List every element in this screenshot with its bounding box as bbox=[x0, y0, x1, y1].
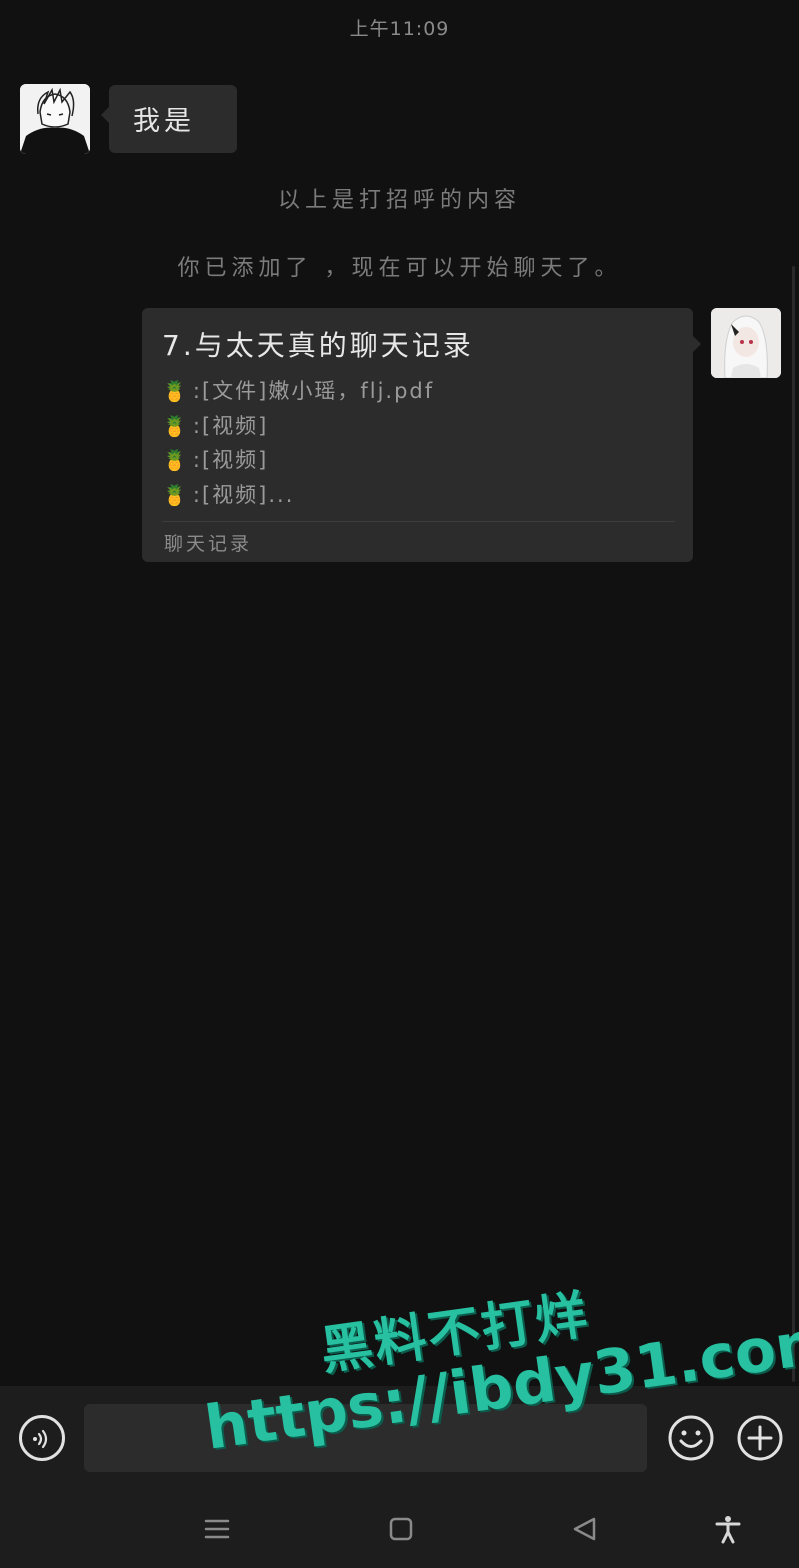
menu-icon[interactable] bbox=[202, 1514, 232, 1544]
pineapple-icon: 🍍 bbox=[162, 482, 189, 507]
message-timestamp: 上午11:09 bbox=[349, 18, 450, 40]
pineapple-icon: 🍍 bbox=[162, 379, 189, 403]
message-input[interactable] bbox=[84, 1404, 647, 1472]
my-avatar[interactable] bbox=[711, 308, 781, 378]
voice-icon bbox=[33, 1429, 48, 1449]
my-avatar-image bbox=[711, 308, 781, 378]
home-icon[interactable] bbox=[386, 1514, 416, 1544]
contact-avatar-image bbox=[20, 84, 90, 154]
plus-icon bbox=[737, 1415, 783, 1461]
chat-history-line: 🍍:[视频] bbox=[162, 413, 269, 438]
chat-history-title: 7.与太天真的聊天记录 bbox=[162, 329, 474, 362]
chat-history-card[interactable]: 7.与太天真的聊天记录 🍍:[文件]嫩小瑶，flj.pdf 🍍:[视频] 🍍:[… bbox=[142, 308, 701, 562]
chat-history-line: 🍍:[视频] bbox=[162, 448, 269, 472]
chat-scrollbar[interactable] bbox=[792, 266, 795, 1382]
card-divider bbox=[162, 521, 675, 522]
incoming-message-bubble[interactable]: 我是 bbox=[101, 85, 237, 153]
emoji-icon bbox=[668, 1415, 714, 1461]
accessibility-icon[interactable] bbox=[713, 1514, 743, 1544]
more-button[interactable] bbox=[736, 1414, 784, 1462]
chat-history-line: 🍍:[文件]嫩小瑶，flj.pdf bbox=[162, 379, 435, 403]
chat-history-footer: 聊天记录 bbox=[164, 533, 253, 555]
pineapple-icon: 🍍 bbox=[162, 413, 189, 438]
chat-history-lines: 🍍:[文件]嫩小瑶，flj.pdf 🍍:[视频] 🍍:[视频] 🍍:[视频]..… bbox=[162, 374, 675, 512]
contact-avatar[interactable] bbox=[20, 84, 90, 154]
pineapple-icon: 🍍 bbox=[162, 448, 189, 472]
system-nav-bar bbox=[0, 1500, 799, 1568]
system-message-greeting: 以上是打招呼的内容 bbox=[277, 188, 521, 213]
emoji-button[interactable] bbox=[667, 1414, 715, 1462]
voice-button[interactable] bbox=[19, 1415, 65, 1461]
chat-history-line: 🍍:[视频]... bbox=[162, 482, 295, 507]
incoming-message-text: 我是 bbox=[133, 106, 195, 137]
back-icon[interactable] bbox=[570, 1514, 600, 1544]
system-message-added: 你已添加了 ，现在可以开始聊天了。 bbox=[177, 256, 622, 281]
watermark-title: 黑料不打烊 bbox=[317, 1285, 593, 1383]
